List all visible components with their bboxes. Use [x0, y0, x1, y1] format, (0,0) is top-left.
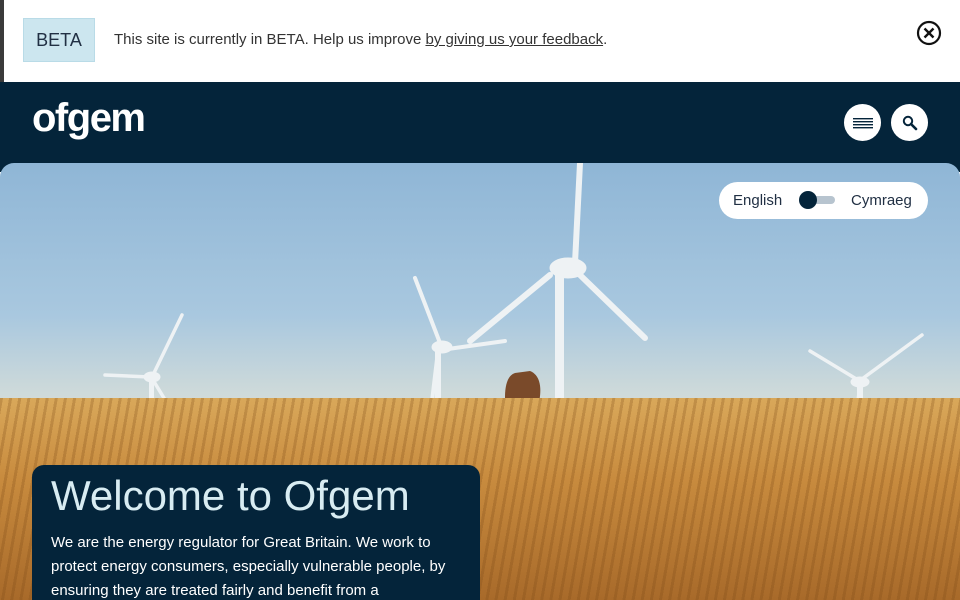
beta-message: This site is currently in BETA. Help us …	[114, 31, 607, 48]
language-toggle: English Cymraeg	[719, 182, 928, 219]
language-welsh-label[interactable]: Cymraeg	[851, 192, 912, 209]
beta-message-end: .	[603, 31, 608, 48]
ofgem-logo[interactable]: ofgem	[32, 96, 146, 141]
hero-banner: English Cymraeg Welcome to Ofgem We are …	[0, 163, 960, 600]
beta-tag: BETA	[23, 18, 95, 62]
feedback-link[interactable]: by giving us your feedback	[425, 31, 603, 48]
welcome-card: Welcome to Ofgem We are the energy regul…	[32, 465, 480, 600]
language-english-label[interactable]: English	[733, 192, 782, 209]
search-button[interactable]	[891, 104, 928, 141]
site-header: ofgem	[0, 82, 960, 172]
switch-knob	[799, 191, 817, 209]
beta-message-text: This site is currently in BETA. Help us …	[114, 31, 426, 48]
hamburger-menu-icon	[852, 117, 873, 128]
intro-text: We are the energy regulator for Great Br…	[51, 534, 446, 599]
menu-button[interactable]	[844, 104, 881, 141]
close-circle-icon[interactable]	[915, 19, 943, 47]
page-title: Welcome to Ofgem	[51, 472, 410, 519]
language-switch[interactable]	[799, 191, 835, 209]
search-icon	[902, 115, 917, 130]
beta-banner: BETA This site is currently in BETA. Hel…	[0, 0, 960, 82]
